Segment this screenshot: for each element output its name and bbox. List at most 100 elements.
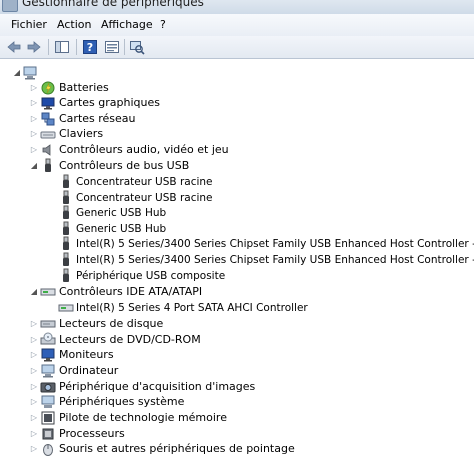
usb-plug-icon [63,252,69,266]
dvd-drive-icon [40,332,56,345]
expand-arrow-icon[interactable]: ▷ [29,317,39,331]
tree-item-system-devices[interactable]: ▷ Périphériques système [0,394,474,410]
expand-arrow-icon[interactable]: ▷ [29,411,39,425]
tree-root[interactable]: ◢ [0,65,474,81]
tree-item-label: Souris et autres périphériques de pointa… [59,442,295,455]
forward-button[interactable] [26,39,42,55]
tree-child-label: Concentrateur USB racine [76,176,213,188]
expand-arrow-icon[interactable]: ▷ [29,96,39,110]
window-title: Gestionnaire de périphériques [22,0,204,9]
tree-item-computer[interactable]: ▷ Ordinateur [0,363,474,379]
tree-item-ide-controllers[interactable]: ◢ Contrôleurs IDE ATA/ATAPI [0,284,474,300]
tree-item-usb-controllers[interactable]: ◢ Contrôleurs de bus USB [0,158,474,174]
expand-arrow-icon[interactable]: ▷ [29,380,39,394]
device-manager-icon [2,0,18,12]
mouse-icon [43,444,53,456]
usb-plug-icon [63,221,69,235]
network-adapter-icon [41,112,55,126]
tree-item-monitors[interactable]: ▷ Moniteurs [0,347,474,363]
expand-arrow-icon[interactable]: ▷ [29,427,39,441]
toolbar-separator [124,39,125,55]
title-bar: Gestionnaire de périphériques [0,0,474,14]
tree-item-label: Périphérique d'acquisition d'images [59,380,256,393]
tree-item-label: Cartes réseau [59,112,136,125]
tree-item-network-adapters[interactable]: ▷ Cartes réseau [0,111,474,127]
tree-item-mice[interactable]: ▷ Souris et autres périphériques de poin… [0,441,474,457]
menu-fichier[interactable]: Fichier [11,18,47,31]
collapse-arrow-icon[interactable]: ◢ [29,285,39,299]
expand-arrow-icon[interactable]: ▷ [29,395,39,409]
usb-icon [45,158,51,172]
forward-arrow-icon [27,41,41,53]
processor-icon [42,428,54,440]
scan-hardware-icon [130,41,145,55]
menu-bar: Fichier Action Affichage ? [0,14,474,37]
tree-item-label: Ordinateur [59,364,119,377]
back-button[interactable] [6,39,22,55]
tree-child-label: Périphérique USB composite [76,270,226,282]
menu-help[interactable]: ? [160,18,166,31]
tree-item-display-adapters[interactable]: ▷ Cartes graphiques [0,95,474,111]
expand-arrow-icon[interactable]: ▷ [29,143,39,157]
display-adapter-icon [41,97,55,110]
disk-drive-icon [40,320,56,328]
tree-item-label: Contrôleurs audio, vidéo et jeu [59,143,229,156]
collapse-arrow-icon[interactable]: ◢ [12,66,22,80]
tree-item-audio-controllers[interactable]: ▷ Contrôleurs audio, vidéo et jeu [0,142,474,158]
tree-child-label: Intel(R) 5 Series 4 Port SATA AHCI Contr… [76,302,308,314]
tree-item-label: Contrôleurs de bus USB [59,159,190,172]
computer-icon [23,66,37,80]
console-tree-button[interactable] [54,39,70,55]
computer-icon [41,364,55,378]
help-button[interactable]: ? [82,39,98,55]
tree-child-sata-ahci-controller[interactable]: Intel(R) 5 Series 4 Port SATA AHCI Contr… [0,300,474,316]
toolbar-separator [76,39,77,55]
tree-item-label: Périphériques système [59,395,185,408]
tree-child-usb-host-controller[interactable]: Intel(R) 5 Series/3400 Series Chipset Fa… [0,252,474,268]
tree-item-memory-technology[interactable]: ▷ Pilote de technologie mémoire [0,410,474,426]
tree-child-generic-usb-hub[interactable]: Generic USB Hub [0,205,474,221]
tree-item-label: Moniteurs [59,348,114,361]
menu-affichage[interactable]: Affichage [101,18,153,31]
keyboard-icon [40,131,56,139]
memory-icon [41,411,55,425]
usb-plug-icon [63,236,69,250]
expand-arrow-icon[interactable]: ▷ [29,127,39,141]
ide-controller-icon [58,304,74,312]
properties-button[interactable] [104,39,120,55]
tree-child-generic-usb-hub[interactable]: Generic USB Hub [0,221,474,237]
monitor-icon [41,348,55,362]
expand-arrow-icon[interactable]: ▷ [29,81,39,95]
tree-child-label: Intel(R) 5 Series/3400 Series Chipset Fa… [76,238,474,250]
tree-child-label: Generic USB Hub [76,207,167,219]
tree-child-label: Generic USB Hub [76,223,167,235]
tree-item-label: Lecteurs de DVD/CD-ROM [59,333,201,346]
tree-child-usb-root-hub[interactable]: Concentrateur USB racine [0,174,474,190]
camera-icon [40,382,56,393]
scan-hardware-button[interactable] [129,39,145,55]
tree-item-label: Cartes graphiques [59,96,160,109]
expand-arrow-icon[interactable]: ▷ [29,112,39,126]
audio-icon [42,144,51,156]
tree-item-label: Processeurs [59,427,125,440]
tree-item-disk-drives[interactable]: ▷ Lecteurs de disque [0,316,474,332]
menu-action[interactable]: Action [57,18,91,31]
usb-plug-icon [63,174,69,188]
expand-arrow-icon[interactable]: ▷ [29,333,39,347]
tree-child-usb-host-controller[interactable]: Intel(R) 5 Series/3400 Series Chipset Fa… [0,236,474,252]
tree-child-usb-root-hub[interactable]: Concentrateur USB racine [0,190,474,206]
tree-item-processors[interactable]: ▷ Processeurs [0,426,474,442]
tree-item-batteries[interactable]: ▷ Batteries [0,80,474,96]
tree-item-label: Batteries [59,81,109,94]
tree-item-imaging-devices[interactable]: ▷ Périphérique d'acquisition d'images [0,379,474,395]
toolbar-separator [48,39,49,55]
tree-child-usb-composite-device[interactable]: Périphérique USB composite [0,268,474,284]
collapse-arrow-icon[interactable]: ◢ [29,159,39,173]
expand-arrow-icon[interactable]: ▷ [29,442,39,456]
usb-plug-icon [63,205,69,219]
ide-controller-icon [40,288,56,296]
expand-arrow-icon[interactable]: ▷ [29,348,39,362]
tree-item-dvd-drives[interactable]: ▷ Lecteurs de DVD/CD-ROM [0,332,474,348]
expand-arrow-icon[interactable]: ▷ [29,364,39,378]
tree-item-keyboards[interactable]: ▷ Claviers [0,126,474,142]
